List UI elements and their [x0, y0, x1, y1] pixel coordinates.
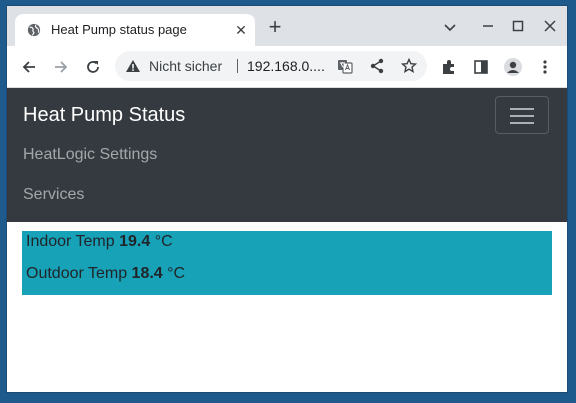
forward-arrow-icon[interactable]: [49, 55, 73, 79]
browser-toolbar: Nicht sicher 192.168.0....: [7, 46, 567, 88]
minimize-icon[interactable]: [477, 17, 499, 37]
tab-search-chevron-icon[interactable]: [439, 17, 461, 37]
url-text[interactable]: 192.168.0....: [247, 58, 325, 74]
side-panel-icon[interactable]: [469, 55, 493, 79]
close-window-icon[interactable]: [539, 17, 561, 37]
page-content: Heat Pump Status HeatLogic Settings Serv…: [7, 88, 567, 392]
outdoor-temp-unit: °C: [167, 265, 186, 282]
profile-avatar-icon[interactable]: [501, 55, 525, 79]
temperature-panel: Indoor Temp 19.4 °C Outdoor Temp 18.4 °C: [22, 231, 552, 295]
indoor-temp-unit: °C: [154, 233, 173, 250]
omnibox-divider: [237, 59, 238, 73]
tab-title: Heat Pump status page: [51, 22, 187, 37]
bookmark-star-icon[interactable]: [401, 58, 417, 74]
back-arrow-icon[interactable]: [17, 55, 41, 79]
outdoor-temp-row: Outdoor Temp 18.4 °C: [26, 265, 185, 283]
indoor-temp-label: Indoor Temp: [26, 233, 115, 250]
tab-heat-pump[interactable]: Heat Pump status page ✕: [15, 14, 255, 46]
navbar-toggler-hamburger-icon[interactable]: [495, 96, 549, 134]
kebab-menu-icon[interactable]: [533, 55, 557, 79]
outdoor-temp-value: 18.4: [131, 265, 163, 282]
tab-strip: Heat Pump status page ✕ +: [7, 6, 567, 46]
outdoor-temp-label: Outdoor Temp: [26, 265, 128, 282]
extensions-puzzle-icon[interactable]: [437, 55, 461, 79]
nav-link-heatlogic-settings[interactable]: HeatLogic Settings: [23, 146, 157, 164]
globe-icon: [27, 23, 41, 37]
indoor-temp-value: 19.4: [119, 233, 151, 250]
indoor-temp-row: Indoor Temp 19.4 °C: [26, 233, 173, 251]
tab-close-icon[interactable]: ✕: [233, 22, 249, 38]
reload-icon[interactable]: [81, 55, 105, 79]
browser-window: Heat Pump status page ✕ + Nicht sicher 1…: [7, 6, 567, 392]
navbar-brand[interactable]: Heat Pump Status: [23, 104, 185, 127]
new-tab-icon[interactable]: +: [265, 16, 285, 38]
share-icon[interactable]: [369, 58, 385, 74]
warning-icon[interactable]: [125, 59, 141, 73]
maximize-icon[interactable]: [507, 17, 529, 37]
security-status[interactable]: Nicht sicher: [149, 58, 222, 74]
nav-link-services[interactable]: Services: [23, 186, 84, 204]
address-bar[interactable]: Nicht sicher 192.168.0....: [115, 51, 427, 81]
navbar: Heat Pump Status HeatLogic Settings Serv…: [7, 88, 567, 222]
translate-icon[interactable]: [337, 58, 353, 74]
